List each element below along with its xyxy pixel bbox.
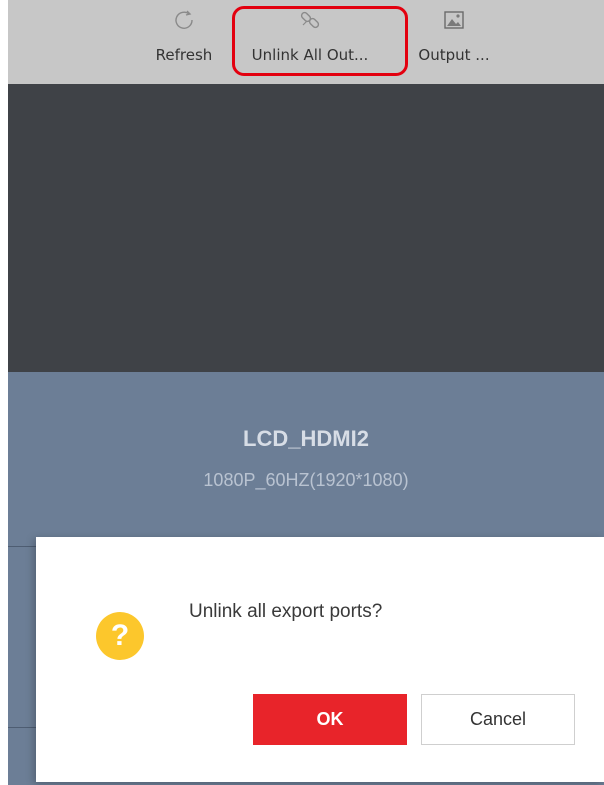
question-glyph: ? [110,619,130,652]
refresh-icon [173,8,195,32]
refresh-label: Refresh [155,46,213,64]
question-icon: ? [96,612,144,660]
window-canvas-area [8,84,604,372]
refresh-button[interactable]: Refresh [142,8,226,74]
tile-divider [8,546,38,547]
cancel-button[interactable]: Cancel [421,694,575,745]
confirm-dialog: ? Unlink all export ports? OK Cancel [36,537,604,782]
screen-name: LCD_HDMI2 [243,426,369,451]
image-icon [443,8,465,32]
tile-divider [8,727,38,728]
output-button[interactable]: Output ... [402,8,506,74]
screen-resolution: 1080P_60HZ(1920*1080) [203,470,409,490]
output-label: Output ... [418,46,490,64]
annotation-highlight-box [232,6,408,76]
dialog-message: Unlink all export ports? [189,601,383,622]
ok-button[interactable]: OK [253,694,407,745]
